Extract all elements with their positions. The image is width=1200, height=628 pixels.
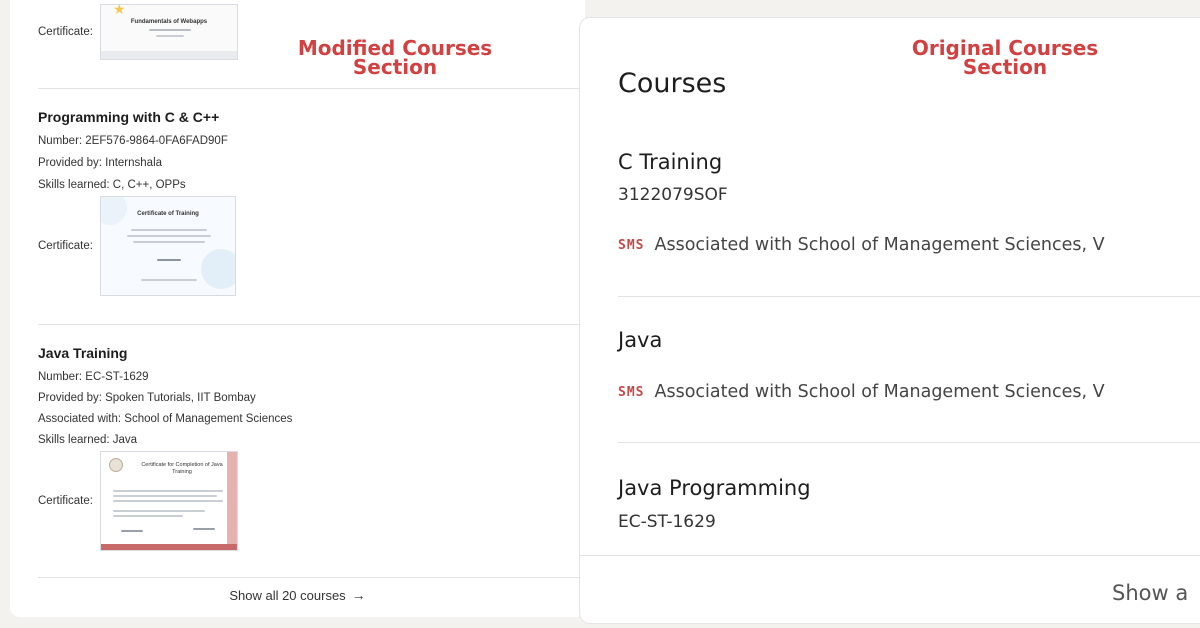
course-skills: Skills learned: Java <box>38 434 138 446</box>
divider <box>38 577 585 578</box>
course-number: Number: EC-ST-1629 <box>38 371 149 383</box>
sms-logo-icon: SMS <box>618 237 645 253</box>
label-line: Section <box>352 55 438 79</box>
divider <box>38 324 585 325</box>
certificate-thumbnail[interactable]: Certificate for Completion of Java Train… <box>100 451 238 551</box>
certificate-label: Certificate: <box>38 26 93 38</box>
original-section-label: Original Courses Section <box>880 38 1130 79</box>
association-text: Associated with School of Management Sci… <box>654 382 1105 402</box>
course-associated: Associated with: School of Management Sc… <box>38 413 293 425</box>
course-number: Number: 2EF576-9864-0FA6FAD90F <box>38 135 228 147</box>
modified-courses-panel: Certificate: ★ Fundamentals of Webapps P… <box>10 0 585 617</box>
course-title[interactable]: Java Training <box>38 345 127 361</box>
show-all-courses-link[interactable]: Show a <box>1112 581 1188 605</box>
thumbnail-title: Certificate of Training <box>137 211 199 217</box>
association-text: Associated with School of Management Sci… <box>654 235 1105 255</box>
original-courses-panel: Courses C Training 3122079SOF SMS Associ… <box>580 18 1200 623</box>
course-provider: Provided by: Internshala <box>38 157 163 169</box>
sms-logo-icon: SMS <box>618 384 645 400</box>
divider <box>618 442 1200 443</box>
course-provider: Provided by: Spoken Tutorials, IIT Bomba… <box>38 392 256 404</box>
certificate-thumbnail[interactable]: ★ Fundamentals of Webapps <box>100 4 238 60</box>
courses-heading: Courses <box>618 68 727 99</box>
course-title[interactable]: Java <box>618 328 662 352</box>
label-line: Section <box>962 55 1048 79</box>
show-all-label: Show all 20 courses <box>229 588 346 603</box>
divider <box>580 555 1200 556</box>
certificate-row: Certificate: Certificate of Training <box>38 196 236 296</box>
course-title[interactable]: Programming with C & C++ <box>38 109 219 125</box>
course-code: 3122079SOF <box>618 185 728 205</box>
arrow-right-icon: → <box>351 587 366 603</box>
course-skills: Skills learned: C, C++, OPPs <box>38 179 186 191</box>
certificate-label: Certificate: <box>38 495 93 507</box>
top-certificate-row: Certificate: ★ Fundamentals of Webapps <box>38 4 238 60</box>
course-title[interactable]: C Training <box>618 150 722 174</box>
thumbnail-title: Certificate for Completion of Java Train… <box>141 462 223 475</box>
modified-section-label: Modified Courses Section <box>280 38 510 79</box>
show-all-courses-link[interactable]: Show all 20 courses → <box>10 587 585 603</box>
star-icon: ★ <box>113 4 126 17</box>
certificate-row: Certificate: Certificate for Completion … <box>38 451 238 551</box>
course-code: EC-ST-1629 <box>618 512 716 532</box>
course-association: SMS Associated with School of Management… <box>618 235 1105 255</box>
divider <box>38 88 585 89</box>
course-association: SMS Associated with School of Management… <box>618 382 1105 402</box>
course-title[interactable]: Java Programming <box>618 476 811 500</box>
divider <box>618 296 1200 297</box>
certificate-thumbnail[interactable]: Certificate of Training <box>100 196 236 296</box>
thumbnail-title: Fundamentals of Webapps <box>130 19 208 25</box>
certificate-label: Certificate: <box>38 240 93 252</box>
